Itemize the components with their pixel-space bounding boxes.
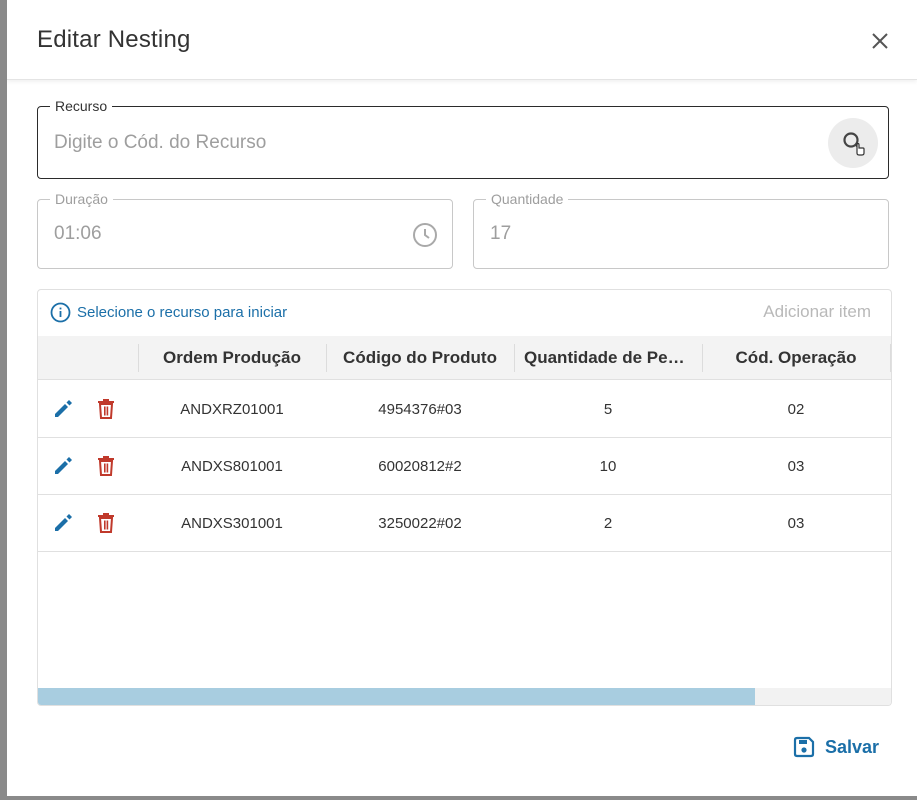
actions-column-header [38,336,138,379]
edit-nesting-dialog: Editar Nesting Recurso Duração 01:06 Qua… [7,0,917,796]
grid-header: Ordem Produção Código do Produto Quantid… [38,336,891,380]
edit-icon [55,514,72,531]
recurso-field: Recurso [37,98,889,179]
cell-operacao: 03 [787,457,805,475]
delete-icon [98,513,114,533]
edit-button[interactable] [52,512,74,534]
info-text: Selecione o recurso para iniciar [77,304,288,321]
cell-quantidade: 5 [603,400,613,418]
grid-toolbar: Selecione o recurso para iniciar Adicion… [38,290,891,336]
duracao-field: Duração 01:06 [37,191,453,269]
cell-ordem: ANDXS801001 [181,457,283,475]
clock-icon [413,223,437,247]
delete-button[interactable] [96,455,116,477]
delete-icon [98,399,114,419]
horizontal-scrollbar[interactable] [38,688,891,705]
cell-ordem: ANDXS301001 [181,514,283,532]
search-icon [843,132,865,156]
cell-quantidade: 2 [603,514,613,532]
column-header-operacao[interactable]: Cód. Operação [702,336,890,379]
info-icon [50,302,71,323]
column-header-codigo[interactable]: Código do Produto [326,336,514,379]
table-row: ANDXS801001 60020812#2 10 03 [38,438,891,495]
cell-quantidade: 10 [599,457,617,475]
close-button[interactable] [867,28,893,54]
add-item-button[interactable]: Adicionar item [763,302,871,322]
cell-codigo: 4954376#03 [378,400,462,418]
quantidade-value: 17 [490,223,512,244]
delete-button[interactable] [96,398,116,420]
edit-button[interactable] [52,398,74,420]
column-header-quantidade[interactable]: Quantidade de Peças [514,336,702,379]
row-actions [52,381,116,437]
scrollbar-thumb[interactable] [38,688,755,705]
close-icon [872,33,888,49]
save-label: Salvar [825,736,880,757]
cell-operacao: 02 [787,400,805,418]
cell-codigo: 60020812#2 [378,457,462,475]
duracao-value: 01:06 [54,223,102,244]
save-icon [793,736,815,758]
dialog-header: Editar Nesting [7,0,917,80]
column-separator[interactable] [890,344,891,372]
search-button[interactable] [828,118,878,168]
delete-icon [98,456,114,476]
cell-codigo: 3250022#02 [378,514,462,532]
table-row: ANDXS301001 3250022#02 2 03 [38,495,891,552]
save-button[interactable]: Salvar [793,736,879,758]
edit-icon [55,400,72,417]
items-grid: Selecione o recurso para iniciar Adicion… [37,289,892,706]
dialog-title: Editar Nesting [37,26,191,53]
column-header-ordem[interactable]: Ordem Produção [138,336,326,379]
cell-ordem: ANDXRZ01001 [180,400,284,418]
table-row: ANDXRZ01001 4954376#03 5 02 [38,381,891,438]
recurso-input[interactable] [54,107,814,178]
edit-icon [55,457,72,474]
cell-operacao: 03 [787,514,805,532]
info-message: Selecione o recurso para iniciar [50,302,287,323]
row-actions [52,495,116,551]
edit-button[interactable] [52,455,74,477]
quantidade-field: Quantidade 17 [473,191,889,269]
grid-body: ANDXRZ01001 4954376#03 5 02 ANDXS801001 … [38,381,891,552]
row-actions [52,438,116,494]
delete-button[interactable] [96,512,116,534]
